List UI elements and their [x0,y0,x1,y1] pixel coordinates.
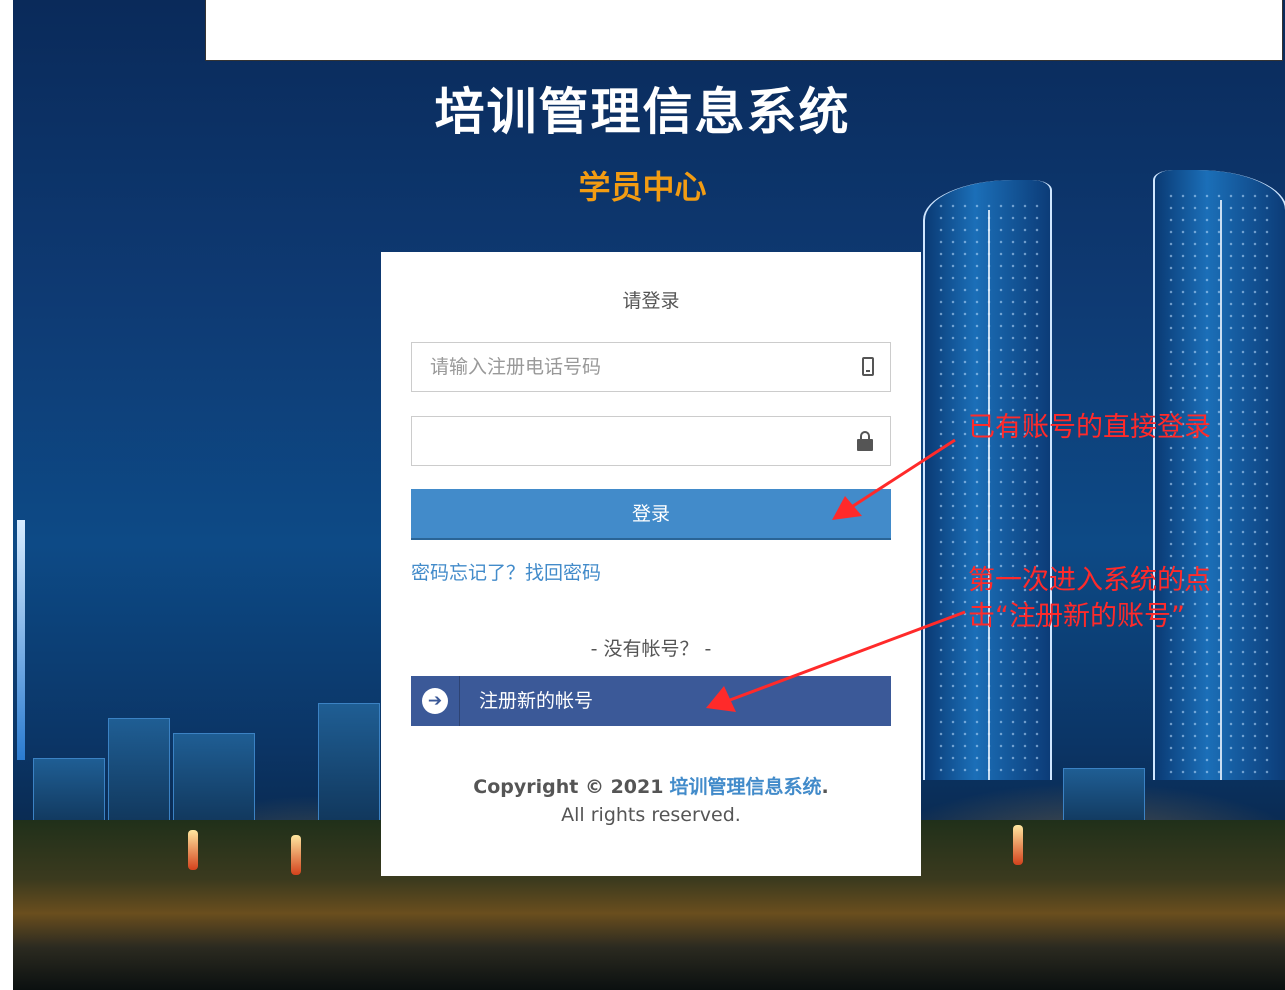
login-hint-annotation: 已有账号的直接登录 [968,412,1211,443]
register-hint-annotation: 第一次进入系统的点击“注册新的账号” [968,565,1211,632]
annotation-arrows [706,438,966,712]
arrow-to-register [706,610,966,712]
arrow-to-login [832,438,956,520]
